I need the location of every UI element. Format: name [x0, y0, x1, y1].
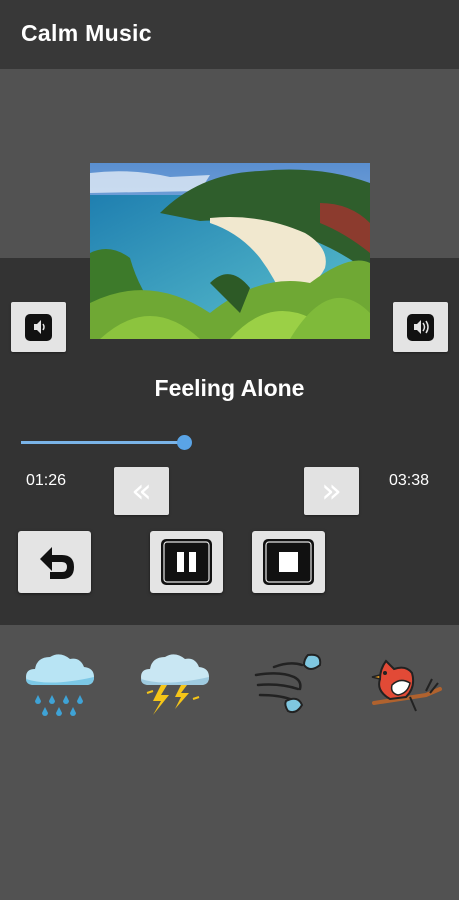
elapsed-time: 01:26	[26, 472, 67, 489]
undo-arrow-icon	[40, 547, 74, 579]
rain-icon[interactable]	[20, 645, 100, 725]
album-artwork	[90, 163, 370, 339]
thunderstorm-icon[interactable]	[135, 645, 215, 725]
stop-icon	[263, 539, 314, 585]
total-duration: 03:38	[389, 472, 430, 489]
track-title: Feeling Alone	[154, 375, 305, 401]
seek-bar-progress[interactable]	[21, 441, 184, 444]
app-bar: Calm Music	[0, 0, 459, 69]
stop-button[interactable]	[252, 531, 325, 593]
seek-bar-thumb[interactable]	[177, 435, 192, 450]
wind-icon[interactable]	[250, 645, 330, 725]
volume-down-button[interactable]	[11, 302, 66, 352]
volume-up-button[interactable]	[393, 302, 448, 352]
replay-button[interactable]	[18, 531, 91, 593]
fast-forward-icon: »	[321, 471, 342, 511]
pause-icon	[161, 539, 212, 585]
rewind-button[interactable]: «	[114, 467, 169, 515]
pause-button[interactable]	[150, 531, 223, 593]
bird-icon[interactable]	[366, 645, 446, 725]
app-title: Calm Music	[21, 20, 152, 46]
rewind-icon: «	[131, 471, 152, 511]
fast-forward-button[interactable]: »	[304, 467, 359, 515]
